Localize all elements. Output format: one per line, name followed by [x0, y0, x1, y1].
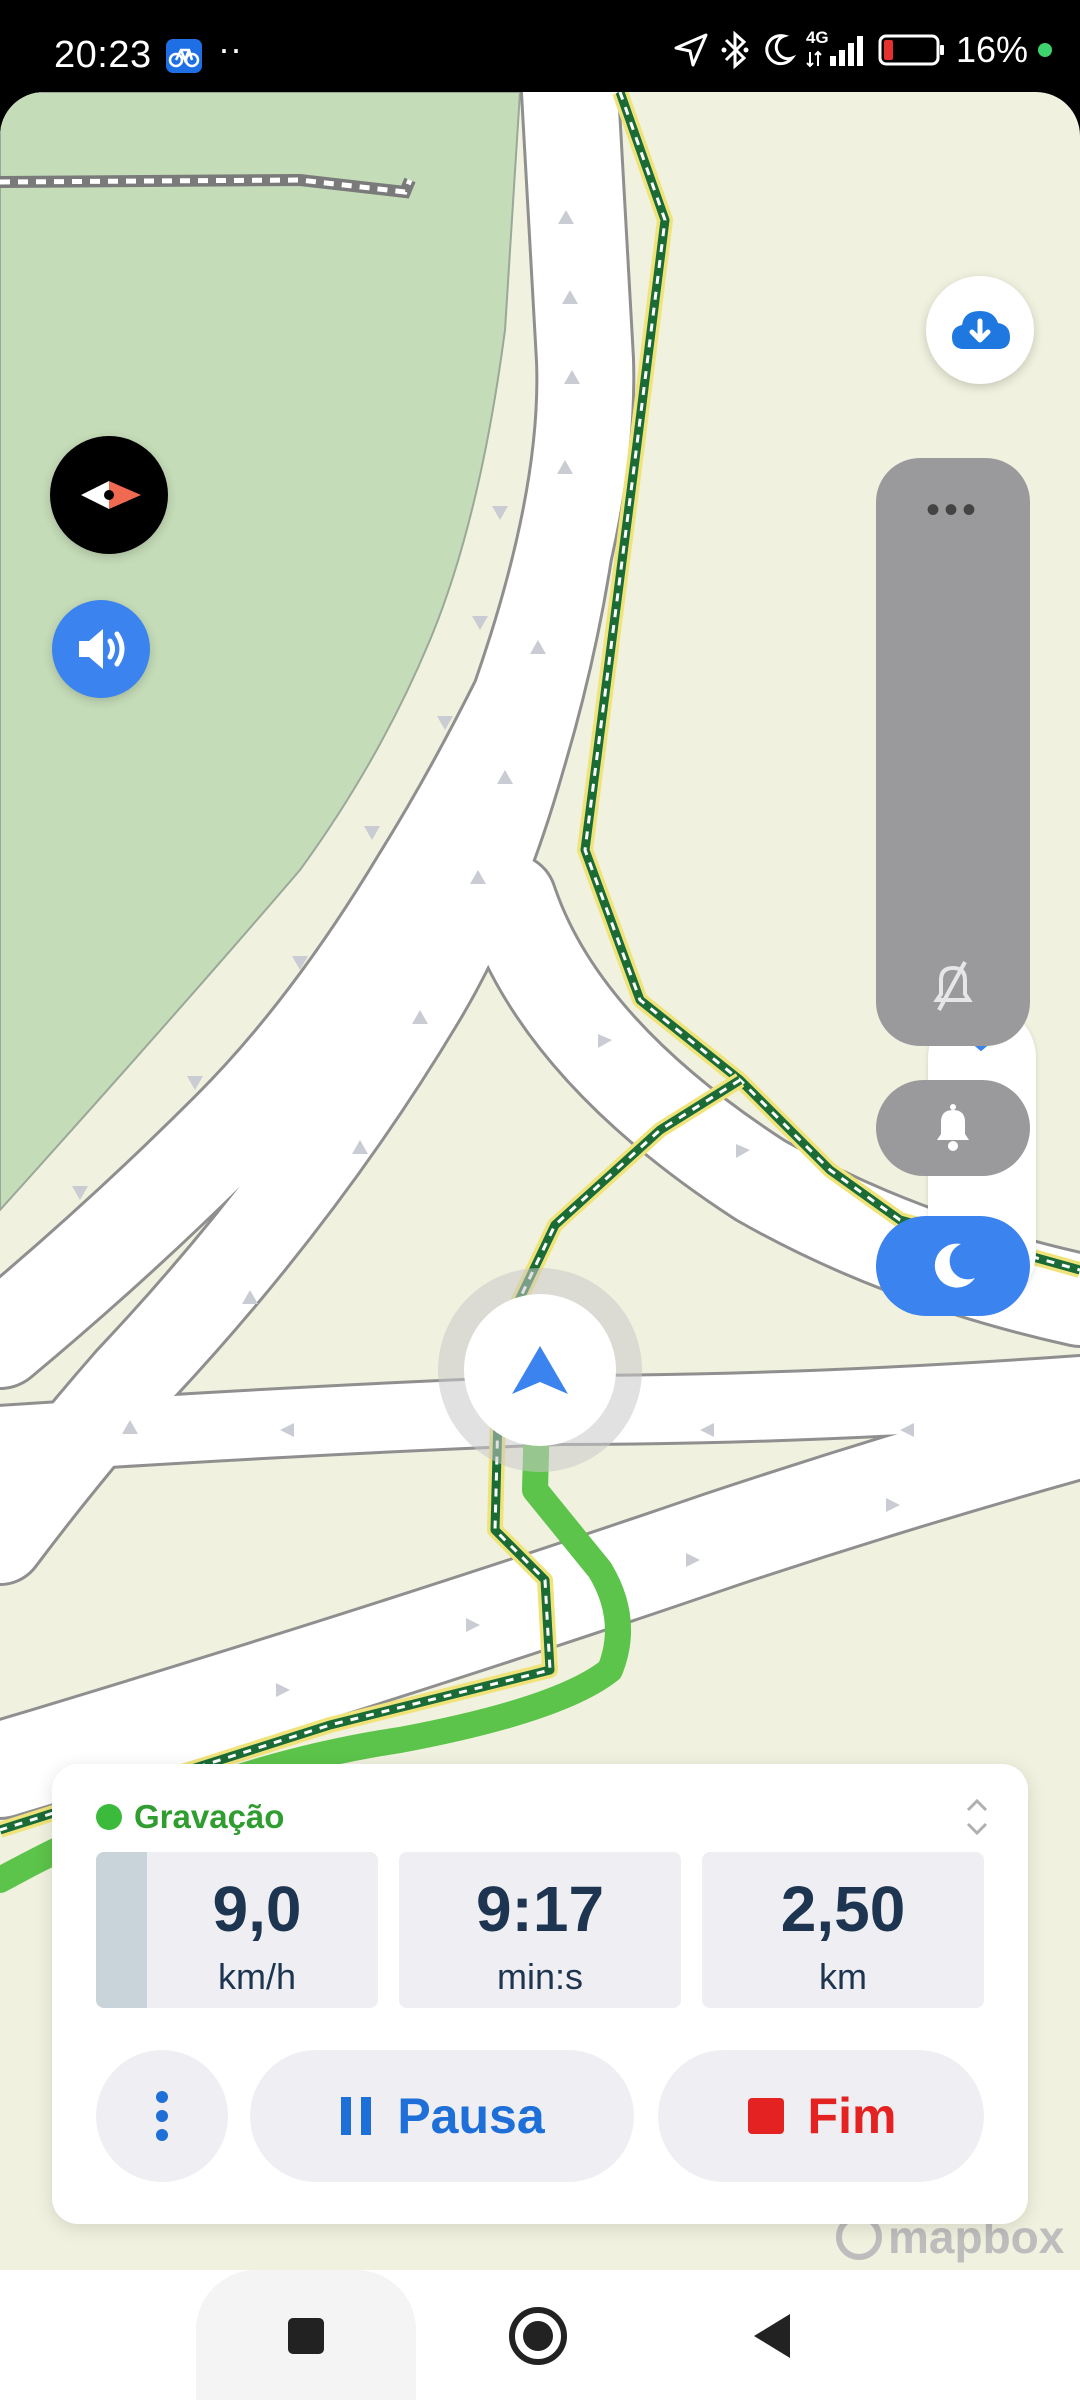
- square-icon: [288, 2318, 324, 2354]
- end-button[interactable]: Fim: [658, 2050, 984, 2182]
- battery-percent: 16%: [955, 29, 1028, 70]
- recording-status: Gravação: [96, 1798, 284, 1836]
- more-options-button[interactable]: [96, 2050, 228, 2182]
- pause-label: Pausa: [397, 2088, 545, 2144]
- no-alert-icon[interactable]: [921, 954, 985, 1018]
- controls-panel[interactable]: •••: [876, 458, 1030, 1046]
- cloud-download-icon: [952, 311, 1010, 349]
- moon-icon: [765, 34, 796, 66]
- bicycle-icon: [166, 39, 202, 73]
- compass-icon: [81, 481, 141, 509]
- speed-value: 9,0: [212, 1873, 302, 1945]
- status-time: 20:23: [54, 34, 152, 76]
- expand-collapse-icon[interactable]: [962, 1792, 992, 1842]
- alerts-button[interactable]: [876, 1080, 1030, 1176]
- duration-value: 9:17: [475, 1873, 605, 1945]
- status-icons: 4G 16%: [672, 28, 1052, 70]
- recording-label: Gravação: [134, 1798, 285, 1835]
- pause-icon: [341, 2097, 372, 2135]
- distance-unit: km: [819, 1956, 867, 1997]
- speed-stat[interactable]: 9,0 km/h: [96, 1852, 378, 2008]
- moon-icon: [934, 1243, 975, 1288]
- download-map-button[interactable]: [926, 276, 1034, 384]
- system-navigation-bar: [0, 2270, 1080, 2400]
- recording-indicator: [96, 1804, 122, 1830]
- battery-icon: [878, 34, 944, 66]
- panel-more[interactable]: •••: [876, 488, 1030, 533]
- duration-stat[interactable]: 9:17 min:s: [399, 1852, 681, 2008]
- signal-icon: 4G: [806, 28, 868, 70]
- status-overflow: ··: [218, 28, 242, 69]
- more-vertical-icon: [156, 2091, 168, 2141]
- duration-unit: min:s: [496, 1956, 583, 1997]
- back-button[interactable]: [742, 2306, 802, 2366]
- charging-indicator: [1038, 43, 1052, 57]
- distance-value: 2,50: [780, 1873, 906, 1945]
- bell-icon: [937, 1104, 969, 1151]
- tracking-card: Gravação 9,0 km/h 9:17 min:s 2,50 km Pau…: [52, 1764, 1028, 2224]
- pause-button[interactable]: Pausa: [250, 2050, 634, 2182]
- end-label: Fim: [807, 2088, 897, 2144]
- circle-icon: [509, 2307, 567, 2365]
- sound-button[interactable]: [52, 600, 150, 698]
- night-mode-button[interactable]: [876, 1216, 1030, 1316]
- location-arrow-icon: [674, 33, 708, 67]
- status-bar: 20:23 ·· 4G 16%: [0, 0, 1080, 92]
- distance-stat[interactable]: 2,50 km: [702, 1852, 984, 2008]
- position-marker: [438, 1268, 642, 1472]
- compass-button[interactable]: [50, 436, 168, 554]
- speaker-icon: [79, 629, 125, 669]
- bluetooth-icon: [721, 30, 749, 70]
- stop-icon: [747, 2098, 784, 2134]
- recent-apps-button[interactable]: [276, 2306, 336, 2366]
- speed-unit: km/h: [217, 1956, 296, 1997]
- home-button[interactable]: [508, 2306, 568, 2366]
- triangle-back-icon: [754, 2314, 790, 2358]
